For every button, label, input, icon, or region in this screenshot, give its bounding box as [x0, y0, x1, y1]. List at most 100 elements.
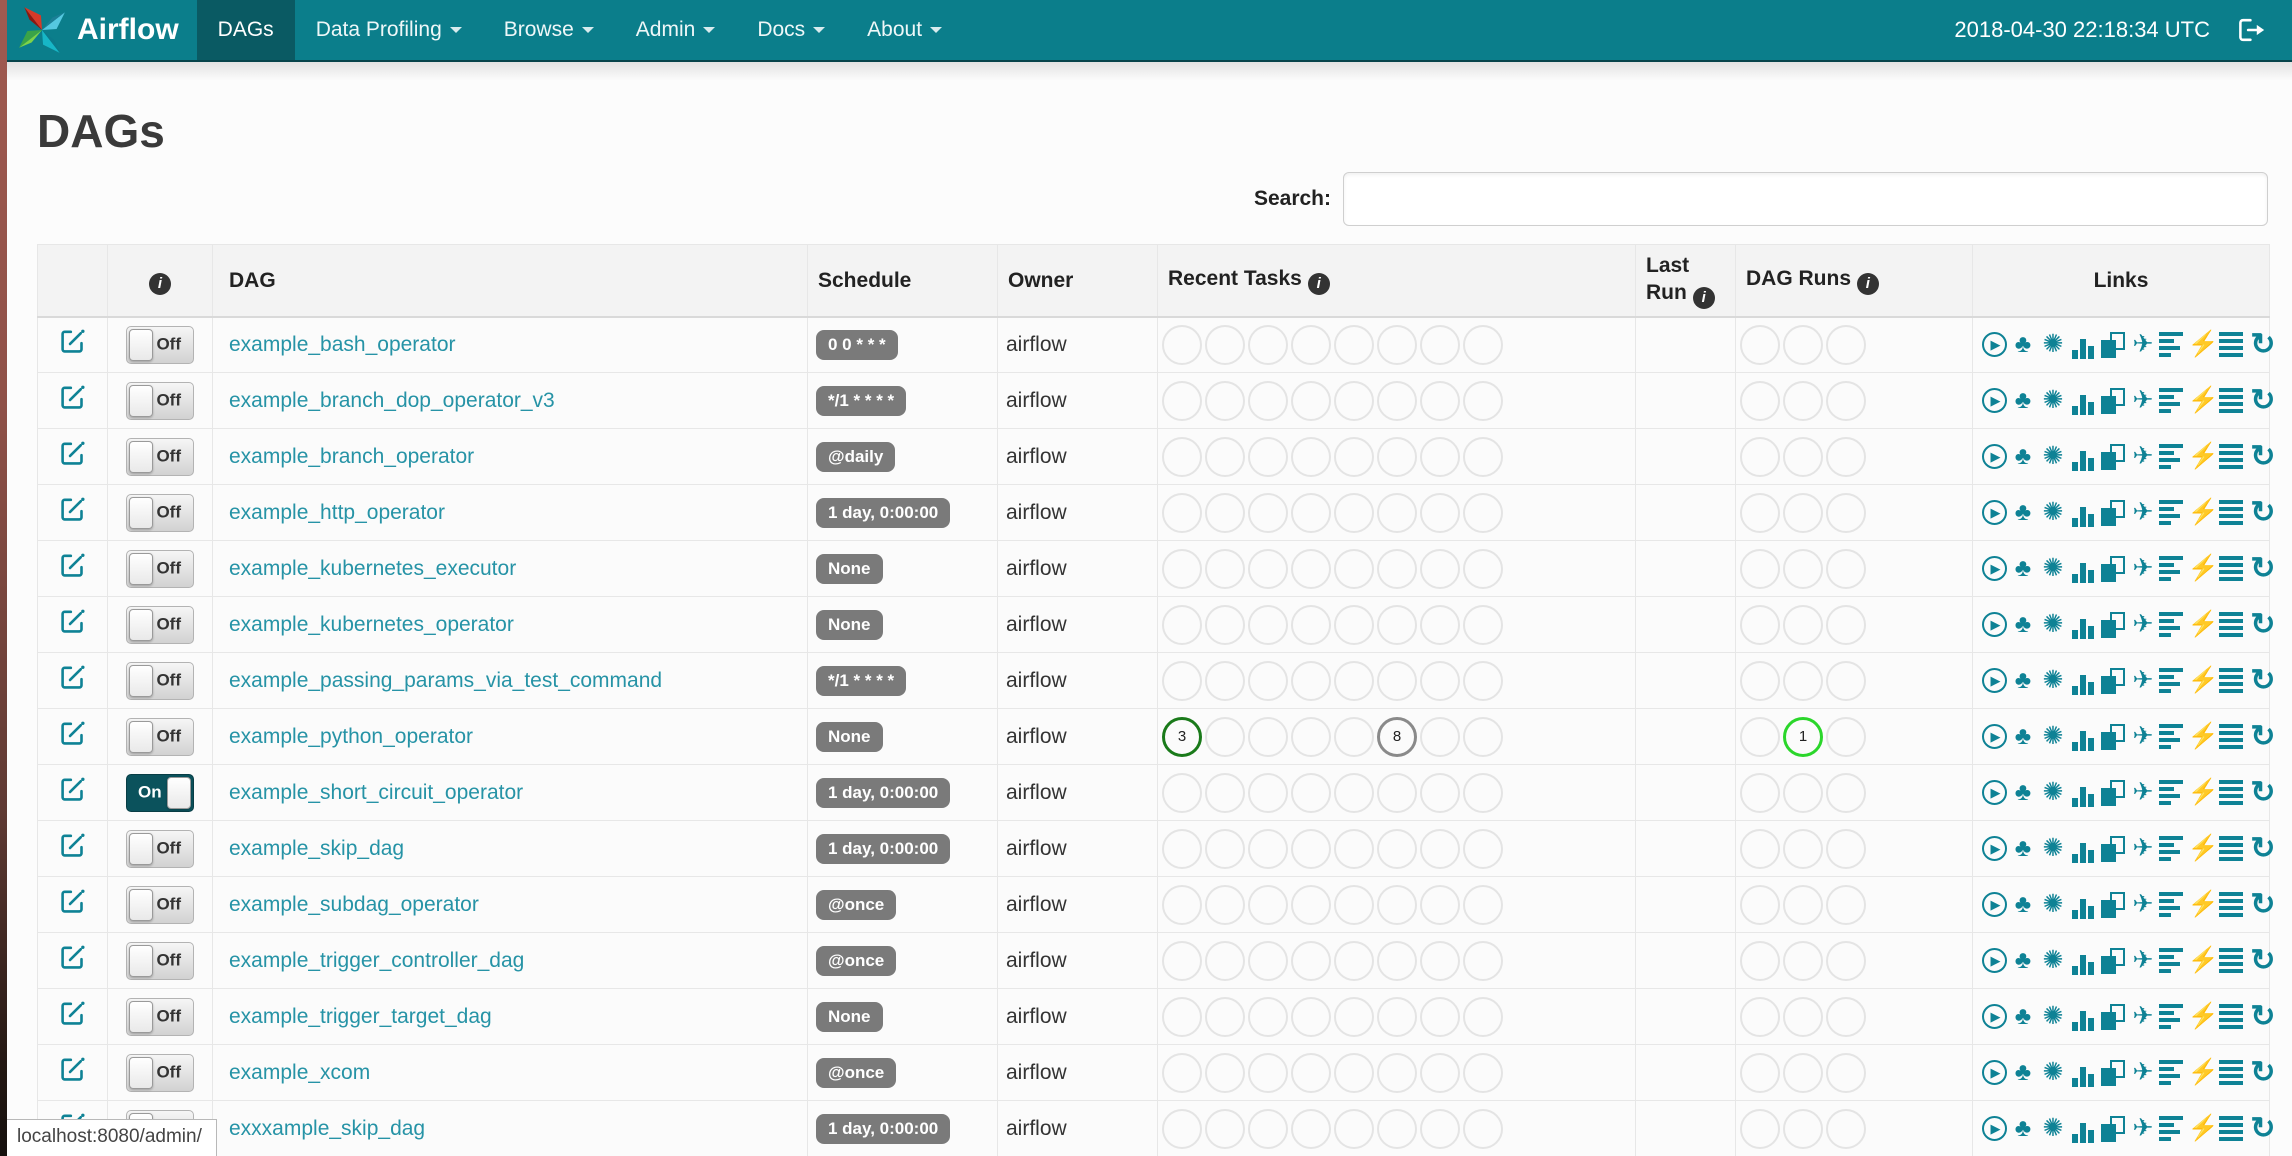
code-view-icon[interactable]: ⚡	[2187, 331, 2218, 359]
refresh-icon[interactable]: ↻	[2249, 1057, 2277, 1087]
gantt-view-icon[interactable]	[2159, 723, 2187, 751]
task-state-circle[interactable]	[1334, 604, 1374, 645]
code-view-icon[interactable]: ⚡	[2187, 387, 2218, 415]
task-state-circle[interactable]	[1463, 940, 1503, 981]
task-state-circle[interactable]	[1291, 436, 1331, 477]
code-view-icon[interactable]: ⚡	[2187, 947, 2218, 975]
task-state-circle[interactable]	[1248, 548, 1288, 589]
trigger-dag-icon[interactable]: ▶	[1982, 780, 2007, 805]
landing-times-icon[interactable]: ✈	[2129, 835, 2157, 863]
dag-run-circle[interactable]	[1740, 996, 1780, 1037]
dag-run-circle[interactable]	[1740, 1108, 1780, 1149]
task-state-circle[interactable]	[1248, 996, 1288, 1037]
dag-run-circle[interactable]: 1	[1783, 716, 1823, 757]
task-state-circle[interactable]	[1420, 772, 1460, 813]
tree-view-icon[interactable]: ♣	[2009, 443, 2037, 471]
graph-view-icon[interactable]: ✺	[2039, 947, 2067, 975]
landing-times-icon[interactable]: ✈	[2129, 1003, 2157, 1031]
dag-run-circle[interactable]	[1826, 772, 1866, 813]
task-state-circle[interactable]	[1420, 828, 1460, 869]
landing-times-icon[interactable]: ✈	[2129, 667, 2157, 695]
task-state-circle[interactable]	[1463, 772, 1503, 813]
gantt-view-icon[interactable]	[2159, 1115, 2187, 1143]
refresh-icon[interactable]: ↻	[2249, 609, 2277, 639]
task-state-circle[interactable]	[1463, 604, 1503, 645]
tree-view-icon[interactable]: ♣	[2009, 891, 2037, 919]
graph-view-icon[interactable]: ✺	[2039, 779, 2067, 807]
graph-view-icon[interactable]: ✺	[2039, 1059, 2067, 1087]
dag-run-circle[interactable]	[1826, 380, 1866, 421]
task-duration-icon[interactable]	[2069, 387, 2097, 415]
refresh-icon[interactable]: ↻	[2249, 777, 2277, 807]
task-state-circle[interactable]	[1463, 436, 1503, 477]
task-state-circle[interactable]	[1162, 940, 1202, 981]
dag-pause-toggle[interactable]: On	[126, 773, 194, 812]
task-tries-icon[interactable]	[2099, 331, 2127, 359]
tree-view-icon[interactable]: ♣	[2009, 1115, 2037, 1143]
task-state-circle[interactable]	[1334, 828, 1374, 869]
nav-item-docs[interactable]: Docs	[736, 0, 846, 60]
task-tries-icon[interactable]	[2099, 555, 2127, 583]
edit-dag-icon[interactable]	[59, 889, 86, 920]
task-state-circle[interactable]	[1420, 940, 1460, 981]
task-tries-icon[interactable]	[2099, 779, 2127, 807]
gantt-view-icon[interactable]	[2159, 835, 2187, 863]
task-duration-icon[interactable]	[2069, 499, 2097, 527]
landing-times-icon[interactable]: ✈	[2129, 891, 2157, 919]
task-state-circle[interactable]	[1420, 604, 1460, 645]
gantt-view-icon[interactable]	[2159, 1059, 2187, 1087]
task-state-circle[interactable]	[1248, 380, 1288, 421]
code-view-icon[interactable]: ⚡	[2187, 555, 2218, 583]
task-state-circle[interactable]	[1291, 492, 1331, 533]
landing-times-icon[interactable]: ✈	[2129, 387, 2157, 415]
task-state-circle[interactable]	[1420, 492, 1460, 533]
task-state-circle[interactable]: 3	[1162, 716, 1202, 757]
task-state-circle[interactable]	[1334, 996, 1374, 1037]
tree-view-icon[interactable]: ♣	[2009, 331, 2037, 359]
task-duration-icon[interactable]	[2069, 443, 2097, 471]
task-state-circle[interactable]	[1162, 1052, 1202, 1093]
dag-run-circle[interactable]	[1783, 548, 1823, 589]
graph-view-icon[interactable]: ✺	[2039, 835, 2067, 863]
refresh-icon[interactable]: ↻	[2249, 385, 2277, 415]
code-view-icon[interactable]: ⚡	[2187, 835, 2218, 863]
task-state-circle[interactable]	[1205, 660, 1245, 701]
task-state-circle[interactable]	[1463, 884, 1503, 925]
edit-dag-icon[interactable]	[59, 609, 86, 640]
edit-dag-icon[interactable]	[59, 1057, 86, 1088]
dag-link[interactable]: exxxample_skip_dag	[229, 1117, 425, 1140]
tree-view-icon[interactable]: ♣	[2009, 667, 2037, 695]
dag-run-circle[interactable]	[1783, 436, 1823, 477]
task-state-circle[interactable]	[1420, 436, 1460, 477]
dag-pause-toggle[interactable]: Off	[126, 1053, 194, 1092]
task-state-circle[interactable]	[1162, 996, 1202, 1037]
task-tries-icon[interactable]	[2099, 443, 2127, 471]
dag-pause-toggle[interactable]: Off	[126, 717, 194, 756]
dag-run-circle[interactable]	[1826, 436, 1866, 477]
task-state-circle[interactable]: 8	[1377, 716, 1417, 757]
logs-icon[interactable]	[2219, 331, 2247, 359]
dag-run-circle[interactable]	[1783, 772, 1823, 813]
task-tries-icon[interactable]	[2099, 387, 2127, 415]
task-state-circle[interactable]	[1334, 380, 1374, 421]
dag-run-circle[interactable]	[1740, 604, 1780, 645]
dag-link[interactable]: example_trigger_target_dag	[229, 1005, 492, 1028]
gantt-view-icon[interactable]	[2159, 611, 2187, 639]
task-tries-icon[interactable]	[2099, 667, 2127, 695]
dag-run-circle[interactable]	[1826, 604, 1866, 645]
task-state-circle[interactable]	[1248, 1108, 1288, 1149]
task-duration-icon[interactable]	[2069, 891, 2097, 919]
task-state-circle[interactable]	[1205, 996, 1245, 1037]
refresh-icon[interactable]: ↻	[2249, 945, 2277, 975]
task-duration-icon[interactable]	[2069, 835, 2097, 863]
task-state-circle[interactable]	[1291, 996, 1331, 1037]
logs-icon[interactable]	[2219, 891, 2247, 919]
logs-icon[interactable]	[2219, 947, 2247, 975]
logs-icon[interactable]	[2219, 835, 2247, 863]
trigger-dag-icon[interactable]: ▶	[1982, 388, 2007, 413]
trigger-dag-icon[interactable]: ▶	[1982, 444, 2007, 469]
dag-link[interactable]: example_python_operator	[229, 725, 473, 748]
dag-run-circle[interactable]	[1826, 324, 1866, 365]
landing-times-icon[interactable]: ✈	[2129, 723, 2157, 751]
dag-link[interactable]: example_kubernetes_executor	[229, 557, 516, 580]
